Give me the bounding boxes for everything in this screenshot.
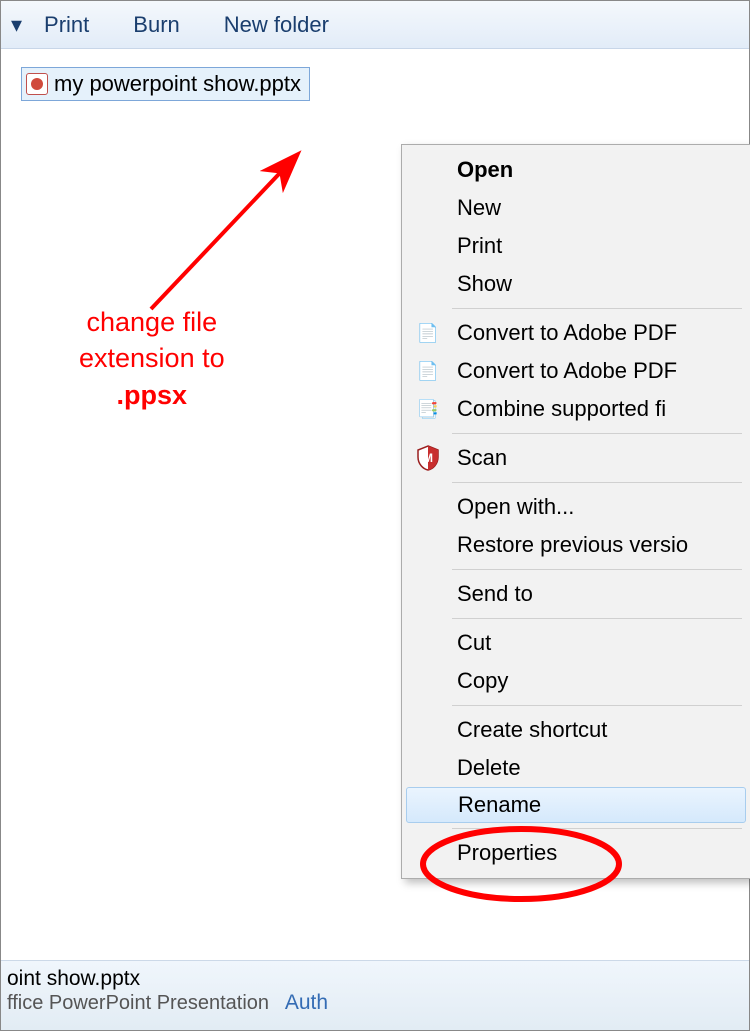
explorer-window: ▾ Print Burn New folder my powerpoint sh… xyxy=(0,0,750,1031)
powerpoint-icon xyxy=(26,73,48,95)
toolbar-partial[interactable]: ▾ xyxy=(11,12,22,38)
annotation-line3: .ppsx xyxy=(117,380,188,410)
menu-convert-pdf-1[interactable]: 📄 Convert to Adobe PDF xyxy=(402,314,750,352)
menu-show[interactable]: Show xyxy=(402,265,750,303)
menu-separator xyxy=(452,308,742,309)
menu-convert-pdf-2[interactable]: 📄 Convert to Adobe PDF xyxy=(402,352,750,390)
svg-text:M: M xyxy=(423,451,433,465)
menu-label: Convert to Adobe PDF xyxy=(457,320,677,346)
menu-cut[interactable]: Cut xyxy=(402,624,750,662)
menu-separator xyxy=(452,433,742,434)
footer-auth-label: Auth xyxy=(285,991,328,1014)
annotation-text: change file extension to .ppsx xyxy=(79,304,225,413)
menu-print[interactable]: Print xyxy=(402,227,750,265)
menu-separator xyxy=(452,618,742,619)
menu-separator xyxy=(452,569,742,570)
pdf-combine-icon: 📑 xyxy=(414,395,442,423)
menu-delete[interactable]: Delete xyxy=(402,749,750,787)
context-menu: Open New Print Show 📄 Convert to Adobe P… xyxy=(401,144,750,879)
menu-properties[interactable]: Properties xyxy=(402,834,750,872)
file-item[interactable]: my powerpoint show.pptx xyxy=(21,67,310,101)
shield-icon: M xyxy=(414,444,442,472)
menu-separator xyxy=(452,828,742,829)
pdf-icon: 📄 xyxy=(414,357,442,385)
menu-scan[interactable]: M Scan xyxy=(402,439,750,477)
new-folder-button[interactable]: New folder xyxy=(224,12,329,38)
menu-open-with[interactable]: Open with... xyxy=(402,488,750,526)
menu-label: Convert to Adobe PDF xyxy=(457,358,677,384)
menu-restore[interactable]: Restore previous versio xyxy=(402,526,750,564)
burn-button[interactable]: Burn xyxy=(133,12,179,38)
file-pane[interactable]: my powerpoint show.pptx change file exte… xyxy=(1,49,749,934)
file-name-label: my powerpoint show.pptx xyxy=(54,71,301,97)
footer-filetype: ffice PowerPoint Presentation xyxy=(7,992,269,1014)
menu-label: Scan xyxy=(457,445,507,471)
menu-separator xyxy=(452,482,742,483)
annotation-line1: change file xyxy=(87,307,218,337)
print-button[interactable]: Print xyxy=(44,12,89,38)
menu-label: Combine supported fi xyxy=(457,396,666,422)
menu-open[interactable]: Open xyxy=(402,151,750,189)
menu-separator xyxy=(452,705,742,706)
annotation-arrow xyxy=(101,144,321,324)
menu-send-to[interactable]: Send to xyxy=(402,575,750,613)
details-pane: oint show.pptx ffice PowerPoint Presenta… xyxy=(1,960,749,1030)
menu-copy[interactable]: Copy xyxy=(402,662,750,700)
pdf-icon: 📄 xyxy=(414,319,442,347)
menu-rename[interactable]: Rename xyxy=(406,787,746,823)
menu-new[interactable]: New xyxy=(402,189,750,227)
menu-create-shortcut[interactable]: Create shortcut xyxy=(402,711,750,749)
menu-combine[interactable]: 📑 Combine supported fi xyxy=(402,390,750,428)
toolbar: ▾ Print Burn New folder xyxy=(1,1,749,49)
annotation-line2: extension to xyxy=(79,343,225,373)
footer-filename: oint show.pptx xyxy=(7,967,749,991)
